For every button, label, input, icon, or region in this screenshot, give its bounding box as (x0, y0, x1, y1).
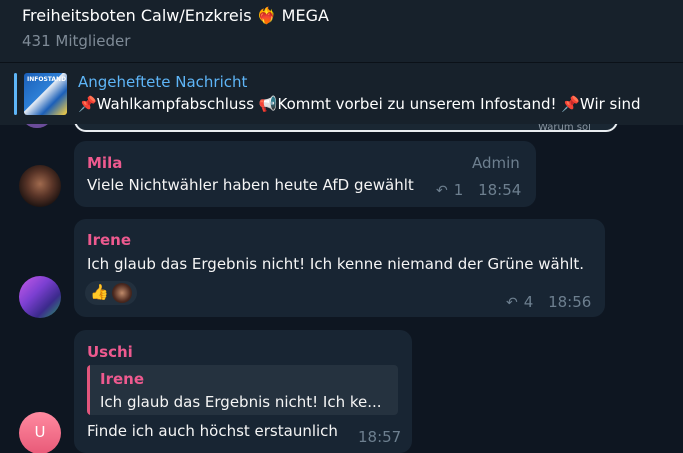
reply-preview[interactable]: Irene Ich glaub das Ergebnis nicht! Ich … (87, 365, 398, 415)
chat-title-text: Freiheitsboten Calw/Enzkreis (22, 6, 252, 25)
reply-text: Ich glaub das Ergebnis nicht! Ich ke... (100, 393, 382, 411)
chat-title-suffix: MEGA (281, 6, 329, 25)
avatar-irene[interactable] (19, 276, 61, 318)
sender-name[interactable]: Irene (87, 231, 131, 249)
message-text: Ich glaub das Ergebnis nicht! Ich kenne … (87, 255, 585, 273)
forward-count: 1 (453, 181, 464, 199)
avatar[interactable] (22, 124, 52, 128)
reply-indicator (87, 365, 90, 415)
message-time: 18:56 (548, 293, 592, 311)
chat-title: Freiheitsboten Calw/Enzkreis ❤️‍🔥 MEGA (22, 6, 329, 25)
sender-name[interactable]: Uschi (87, 343, 133, 361)
admin-badge: Admin (472, 154, 520, 172)
pinned-thumbnail-label: INFOSTAND (27, 76, 67, 83)
message-feed[interactable]: Warum sol Mila Admin Viele Nichtwähler h… (0, 124, 683, 453)
chat-header[interactable]: Freiheitsboten Calw/Enzkreis ❤️‍🔥 MEGA 4… (0, 0, 683, 62)
avatar-mila[interactable] (19, 165, 61, 207)
message-text: Viele Nichtwähler haben heute AfD gewähl… (87, 176, 414, 194)
message-meta: ↶ 1 18:54 (436, 181, 521, 199)
message-meta: ↶ 4 18:56 (506, 293, 591, 311)
message-bubble-partial[interactable] (74, 124, 618, 132)
pinned-message-bar[interactable]: INFOSTAND Angeheftete Nachricht 📌Wahlkam… (0, 62, 683, 125)
reaction-chip[interactable]: 👍 (85, 281, 137, 305)
sender-name[interactable]: Mila (87, 154, 122, 172)
forward-icon: ↶ (436, 183, 448, 199)
avatar-letter: U (34, 423, 46, 441)
pinned-thumbnail: INFOSTAND (24, 73, 67, 115)
forward-count: 4 (523, 293, 534, 311)
forward-icon: ↶ (506, 295, 518, 311)
member-count: 431 Mitglieder (22, 32, 131, 50)
reply-sender: Irene (100, 370, 145, 388)
thumbs-up-icon: 👍 (90, 283, 109, 301)
message-text: Finde ich auch höchst erstaunlich (87, 422, 338, 440)
partial-message-text: Warum sol (538, 124, 591, 133)
avatar-uschi[interactable]: U (19, 412, 61, 453)
heart-on-fire-icon: ❤️‍🔥 (256, 6, 277, 25)
pinned-title: Angeheftete Nachricht (78, 73, 248, 91)
pinned-text: 📌Wahlkampfabschluss 📢Kommt vorbei zu uns… (78, 95, 641, 113)
message-time: 18:57 (358, 428, 402, 446)
pinned-indicator (14, 73, 17, 115)
message-time: 18:54 (478, 181, 522, 199)
reactor-avatar (112, 283, 132, 303)
